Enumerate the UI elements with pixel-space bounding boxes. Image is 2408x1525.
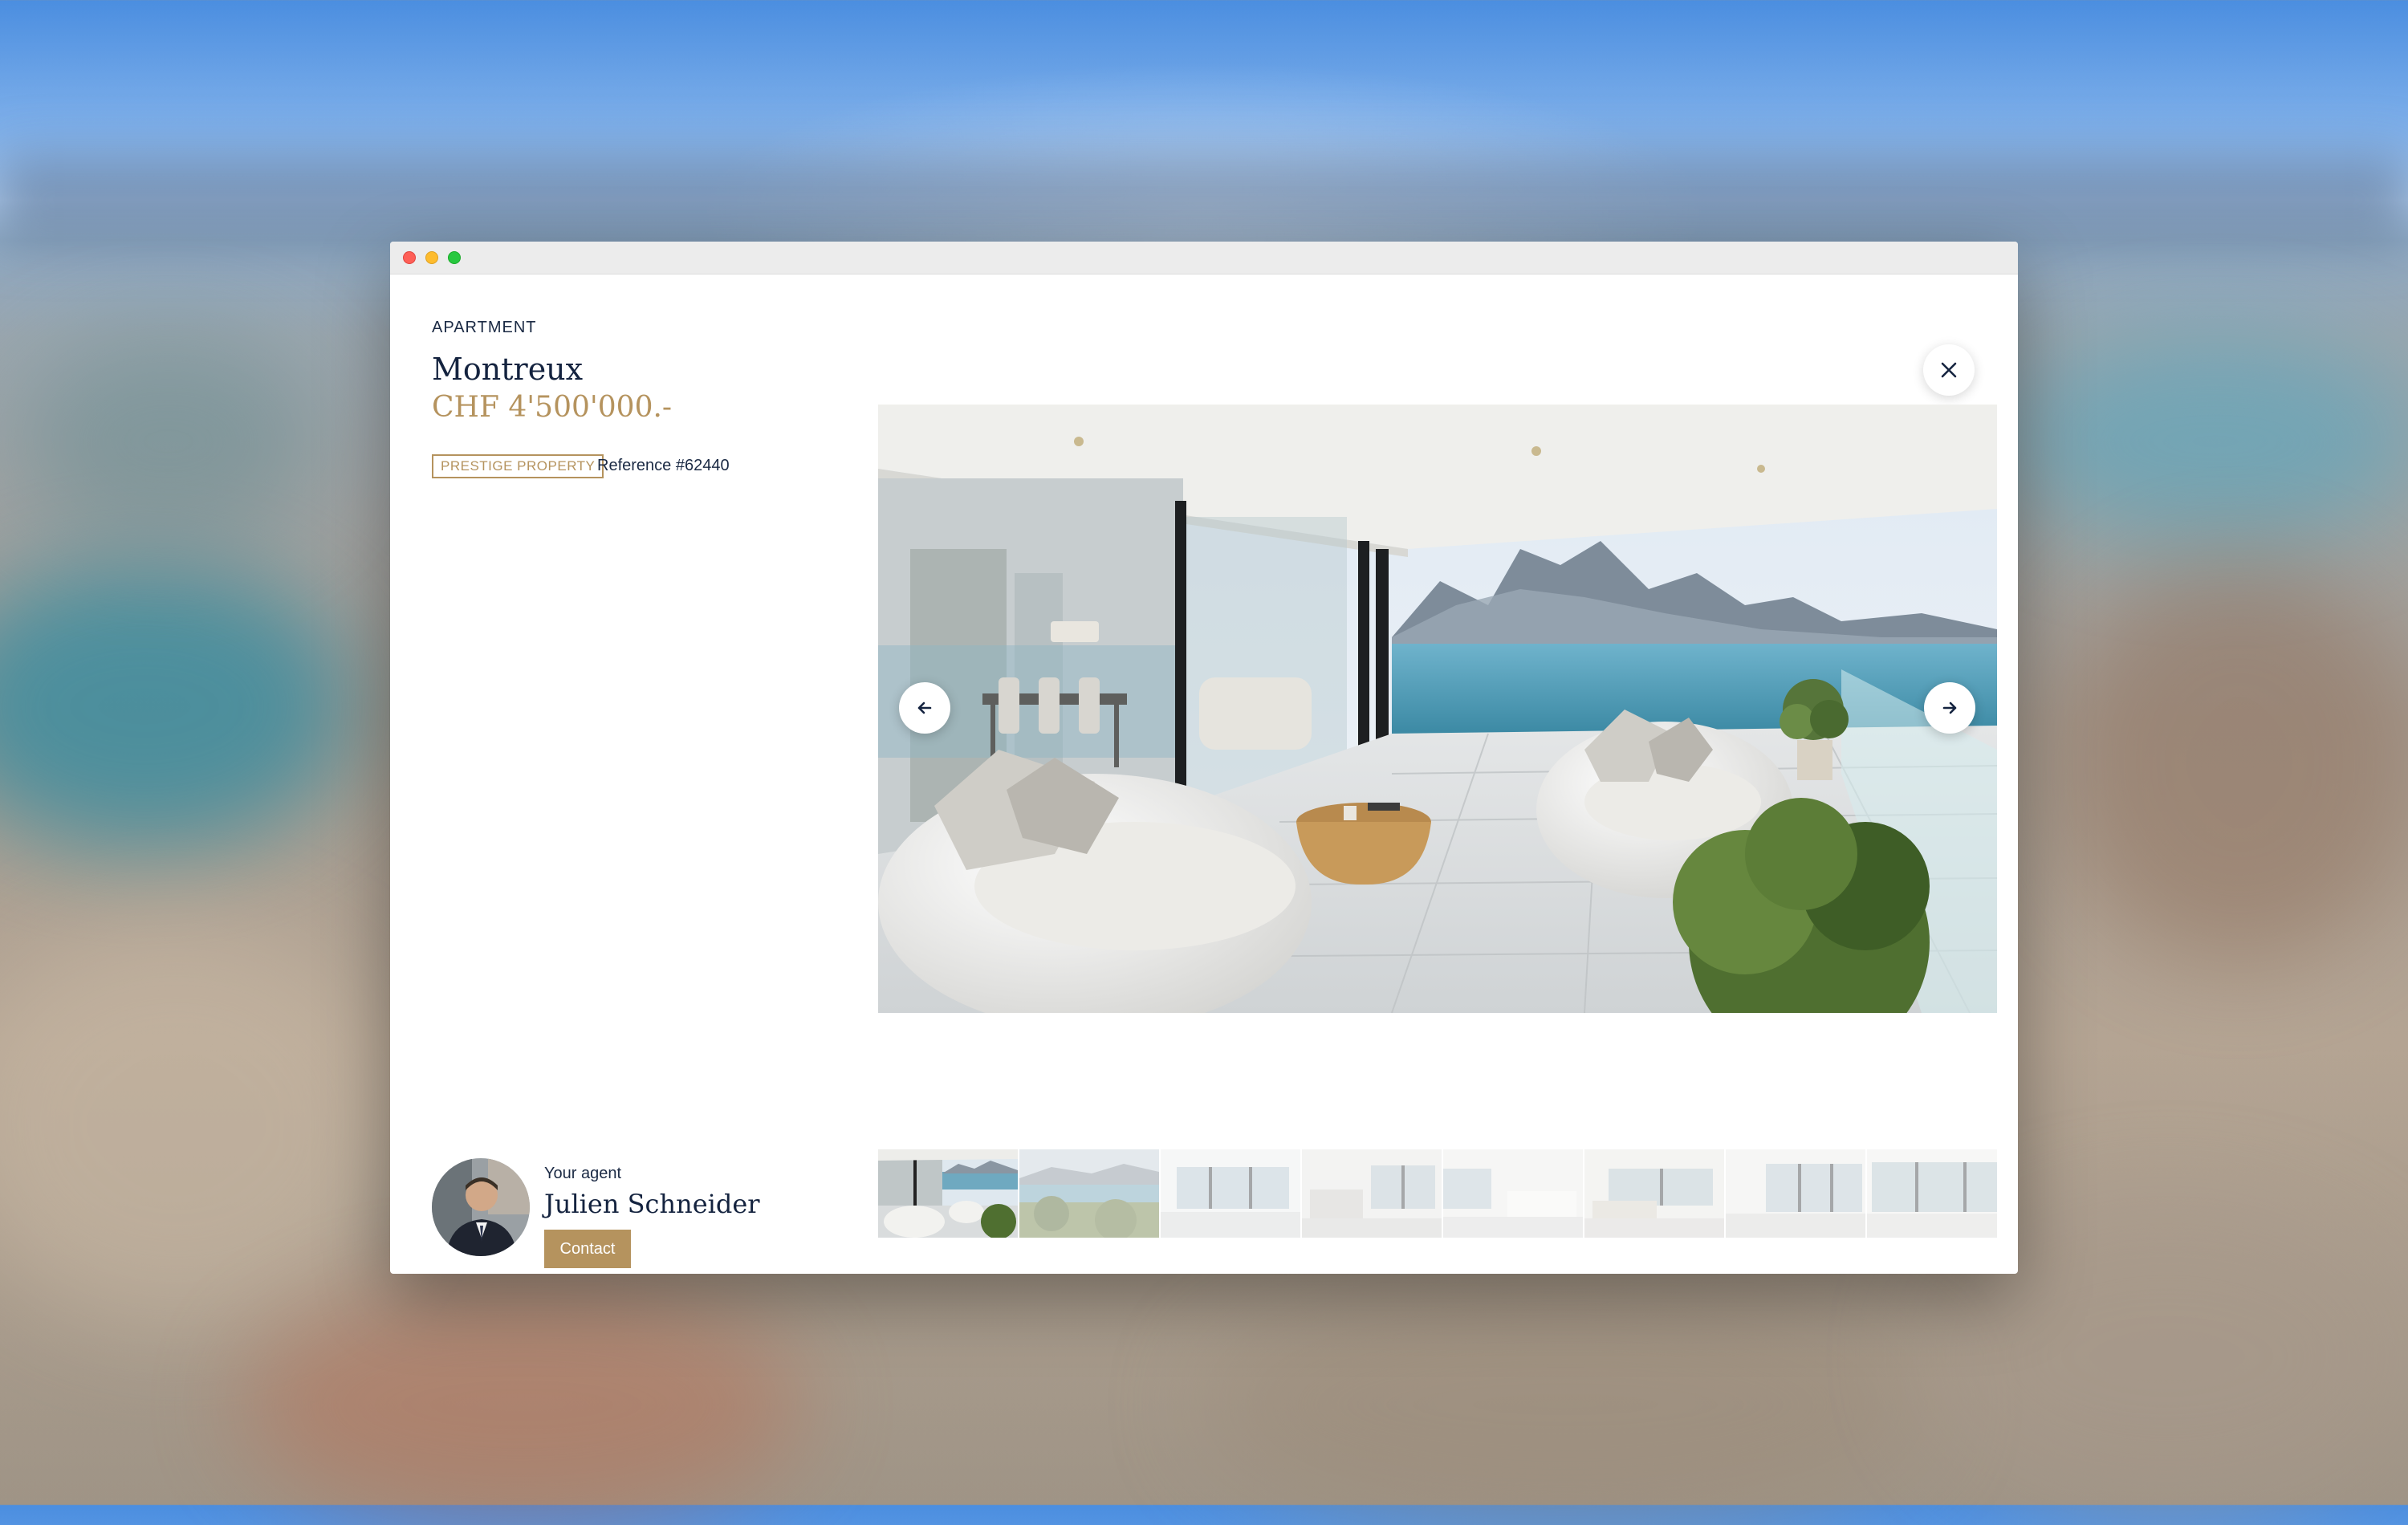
background-mountains [0, 136, 2408, 249]
prestige-badge: PRESTIGE PROPERTY [432, 454, 604, 478]
gallery-thumbnail[interactable] [1019, 1149, 1159, 1238]
property-type-label: APARTMENT [432, 319, 537, 336]
gallery-thumbnail[interactable] [1867, 1149, 1997, 1238]
browser-window: APARTMENT Montreux CHF 4'500'000.- PREST… [390, 242, 2018, 1274]
gallery-thumbnail[interactable] [1161, 1149, 1300, 1238]
agent-name: Julien Schneider [544, 1189, 760, 1219]
arrow-right-icon [1942, 702, 1957, 714]
property-reference: Reference #62440 [597, 457, 730, 474]
agent-label: Your agent [544, 1165, 622, 1182]
gallery-thumbnail[interactable] [1584, 1149, 1724, 1238]
gallery-thumbnail[interactable] [878, 1149, 1018, 1238]
gallery-thumbnail[interactable] [1443, 1149, 1583, 1238]
gallery-thumbnail[interactable] [1726, 1149, 1865, 1238]
window-close-dot[interactable] [403, 251, 416, 264]
gallery-main-photo[interactable] [878, 405, 1997, 1013]
close-icon [1941, 362, 1957, 378]
arrow-left-icon [917, 702, 932, 714]
property-price: CHF 4'500'000.- [432, 391, 673, 424]
window-maximize-dot[interactable] [448, 251, 461, 264]
property-city-title: Montreux [432, 352, 584, 387]
gallery-prev-button[interactable] [899, 682, 950, 734]
close-button[interactable] [1923, 344, 1975, 396]
gallery-thumbnail-strip [878, 1149, 1997, 1238]
property-detail-modal: APARTMENT Montreux CHF 4'500'000.- PREST… [390, 274, 2018, 1274]
window-minimize-dot[interactable] [425, 251, 438, 264]
contact-button[interactable]: Contact [544, 1230, 631, 1268]
gallery-next-button[interactable] [1924, 682, 1975, 734]
window-titlebar [390, 242, 2018, 274]
agent-avatar [432, 1158, 530, 1256]
gallery-thumbnail[interactable] [1302, 1149, 1442, 1238]
